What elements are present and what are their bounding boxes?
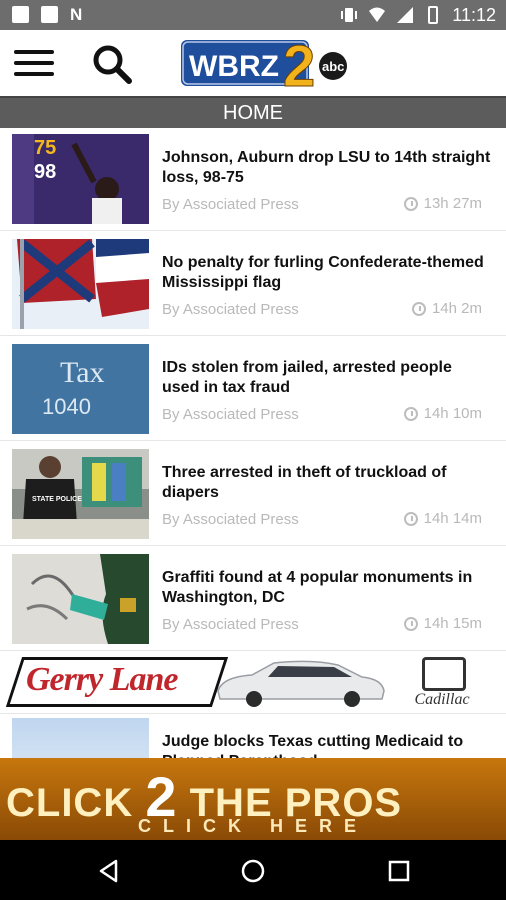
menu-button[interactable] xyxy=(14,50,54,76)
hamburger-icon-bar xyxy=(14,61,54,65)
wifi-icon xyxy=(369,7,386,22)
click-2-the-pros-banner[interactable]: CLICK 2 THE PROS CLICK HERE xyxy=(0,758,506,840)
score-top: 75 xyxy=(34,137,56,159)
section-title: HOME xyxy=(0,96,506,128)
logo-number: 2 xyxy=(283,36,315,90)
article-byline: By Associated Press xyxy=(162,301,299,318)
vibrate-icon xyxy=(341,8,358,22)
article-title[interactable]: Judge blocks Texas cutting Medicaid to P… xyxy=(162,732,492,760)
dealer-ad-banner[interactable]: Gerry Lane Cadillac xyxy=(0,650,506,714)
recents-icon[interactable] xyxy=(386,858,412,884)
article-item[interactable]: Tax 1040 IDs stolen from jailed, arreste… xyxy=(0,336,506,441)
thumb-tax-text: Tax xyxy=(60,356,105,389)
clock-icon xyxy=(403,406,418,421)
article-title[interactable]: Three arrested in theft of truckload of … xyxy=(162,463,492,503)
clock-icon xyxy=(403,511,418,526)
home-icon[interactable] xyxy=(240,858,266,884)
news-icon: N xyxy=(70,5,83,24)
article-byline: By Associated Press xyxy=(162,616,299,633)
system-nav-bar xyxy=(0,840,506,900)
logo-text: WBRZ xyxy=(189,50,279,83)
wbrz-logo[interactable]: WBRZ 2 abc xyxy=(181,36,351,90)
signal-icon xyxy=(397,7,414,23)
article-thumbnail xyxy=(12,554,149,644)
article-title[interactable]: No penalty for furling Confederate-theme… xyxy=(162,253,492,293)
app-header: WBRZ 2 abc xyxy=(0,30,506,96)
back-icon[interactable] xyxy=(96,858,122,884)
article-title[interactable]: Johnson, Auburn drop LSU to 14th straigh… xyxy=(162,148,492,188)
thumb-form-text: 1040 xyxy=(42,394,91,419)
banner-cta: CLICK HERE xyxy=(137,816,368,836)
article-byline: By Associated Press xyxy=(162,196,299,213)
article-item[interactable]: Graffiti found at 4 popular monuments in… xyxy=(0,546,506,651)
clock-icon xyxy=(411,301,426,316)
status-bar: N 11:12 xyxy=(0,0,506,30)
dealer-logo-text: Gerry Lane xyxy=(26,661,178,698)
article-thumbnail: STATE POLICE xyxy=(12,449,149,539)
clock-icon xyxy=(403,196,418,211)
clock-icon xyxy=(403,616,418,631)
article-thumbnail: 75 98 xyxy=(12,134,149,224)
article-thumbnail xyxy=(12,718,149,760)
score-bottom: 98 xyxy=(34,161,56,183)
search-icon[interactable] xyxy=(90,42,134,86)
article-time: 14h 10m xyxy=(403,405,482,422)
article-title[interactable]: Graffiti found at 4 popular monuments in… xyxy=(162,568,492,608)
cadillac-wordmark: Cadillac xyxy=(414,691,470,708)
article-time: 14h 2m xyxy=(411,300,482,317)
article-thumbnail xyxy=(12,239,149,329)
article-item-partial[interactable]: Judge blocks Texas cutting Medicaid to P… xyxy=(0,712,506,760)
status-time: 11:12 xyxy=(452,5,496,25)
article-byline: By Associated Press xyxy=(162,406,299,423)
article-time: 14h 14m xyxy=(403,510,482,527)
article-time-label: 14h 2m xyxy=(431,300,482,317)
article-feed[interactable]: 75 98 Johnson, Auburn drop LSU to 14th s… xyxy=(0,126,506,651)
article-time-label: 14h 15m xyxy=(423,615,482,632)
cadillac-logo: Cadillac xyxy=(402,657,482,708)
thumb-police-text: STATE POLICE xyxy=(32,496,82,503)
battery-icon xyxy=(428,6,439,24)
article-item[interactable]: No penalty for furling Confederate-theme… xyxy=(0,231,506,336)
article-time-label: 14h 10m xyxy=(423,405,482,422)
article-time-label: 13h 27m xyxy=(423,195,482,212)
notification-icon xyxy=(12,6,29,23)
status-notification-icons: N xyxy=(12,6,87,23)
article-time-label: 14h 14m xyxy=(423,510,482,527)
article-time: 13h 27m xyxy=(403,195,482,212)
car-image xyxy=(217,660,385,707)
article-item[interactable]: STATE POLICE Three arrested in theft of … xyxy=(0,441,506,546)
article-time: 14h 15m xyxy=(403,615,482,632)
hamburger-icon-bar xyxy=(14,50,54,54)
article-thumbnail: Tax 1040 xyxy=(12,344,149,434)
abc-badge-text: abc xyxy=(322,59,344,74)
status-system-icons: 11:12 xyxy=(340,4,496,26)
mail-icon xyxy=(41,6,58,23)
article-byline: By Associated Press xyxy=(162,511,299,528)
article-title[interactable]: IDs stolen from jailed, arrested people … xyxy=(162,358,492,398)
cadillac-crest-icon xyxy=(422,657,466,691)
article-item[interactable]: 75 98 Johnson, Auburn drop LSU to 14th s… xyxy=(0,126,506,231)
hamburger-icon-bar xyxy=(14,72,54,76)
